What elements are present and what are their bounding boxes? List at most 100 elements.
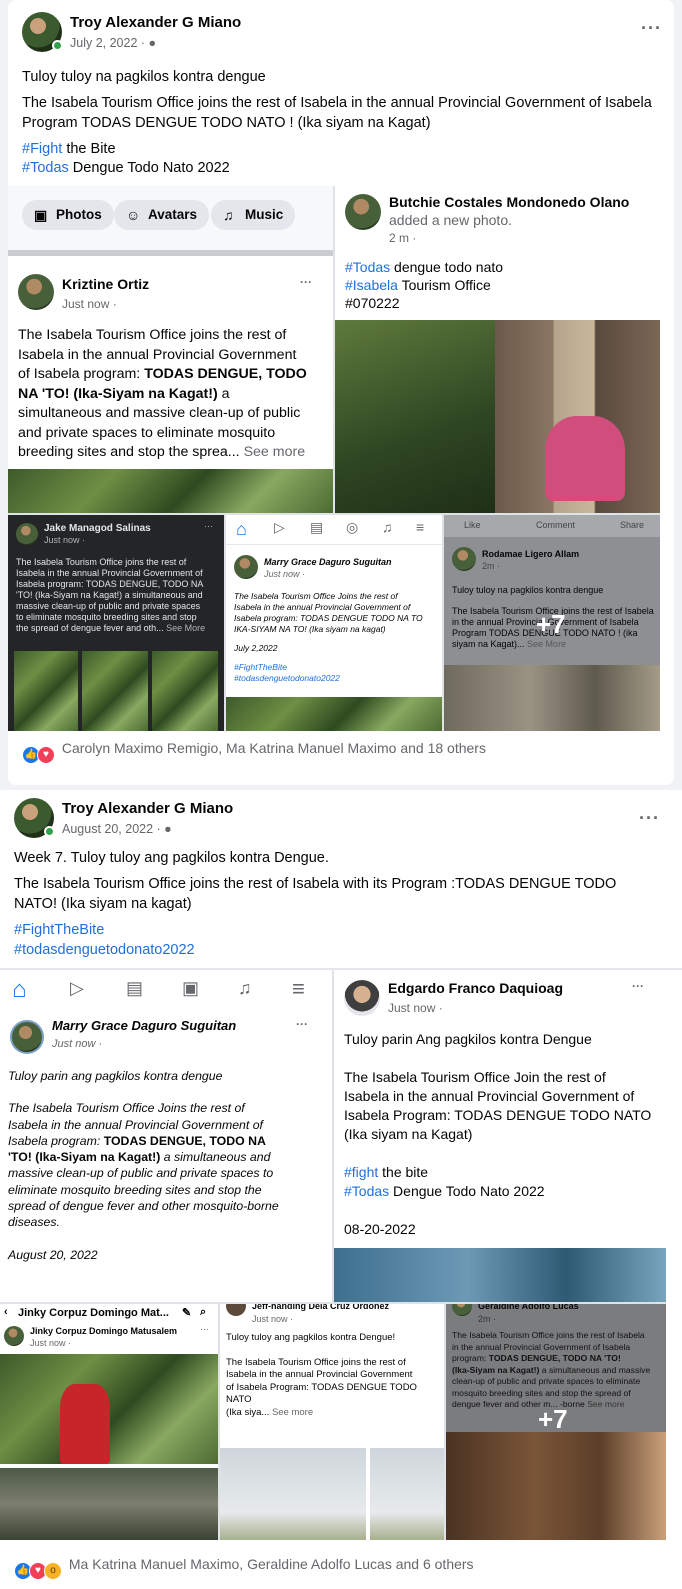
text-span: the spread of dengue fever and oth... [16,623,167,633]
author-name[interactable]: Troy Alexander G Miano [62,800,233,817]
geraldine-avatar [452,1304,472,1316]
post-date[interactable]: July 2, 2022 · [70,36,149,50]
post-header: Troy Alexander G Miano July 2, 2022 · ● … [22,12,662,56]
marry-text: Tuloy parin ang pagkilos kontra dengue T… [8,1068,330,1263]
post-text-line: The Isabela Tourism Office joins the res… [14,876,617,892]
hashtag-link[interactable]: #FightTheBite [14,920,654,940]
text-line: 'TO! (Ika-Siyam na Kagat!) a simultaneou… [16,590,203,600]
text-line: The Isabela Tourism Office Joins the res… [8,1101,245,1116]
text-line: Tuloy parin Ang pagkilos kontra Dengue [344,1031,592,1047]
author-avatar[interactable] [22,12,63,52]
text-span: program: [452,1353,489,1363]
marry-avatar [234,555,258,579]
photo-tile[interactable]: ‹ Jinky Corpuz Domingo Mat... ✎ ⌕ Jinky … [0,1304,218,1540]
share-label: Share [620,520,645,530]
text-line: in the annual Provincial Government of I… [452,1341,631,1352]
hashtag-link: #todasdenguetodonato2022 [234,673,340,683]
text-line: August 20, 2022 [8,1247,98,1262]
author-name[interactable]: Troy Alexander G Miano [70,14,241,31]
online-indicator [52,40,63,51]
photo-tile[interactable]: ⌂ ▷ ▤ ▣ ♫ ≡ Marry Grace Daguro Suguitan … [0,970,332,1302]
text-line: Isabela in the annual Provincial Governm… [16,568,203,578]
text-bold: (Ika-Siyam na Kagat!) [452,1364,540,1375]
garden-photo [335,320,495,513]
butchie-action: added a new photo. [389,212,512,228]
hashtag-link[interactable]: #Fight [22,141,62,157]
music-chip[interactable]: ♫ Music [211,200,296,230]
marry-name: Marry Grace Daguro Suguitan [264,557,392,567]
post-text-line: NATO! (Ika siyam na kagat) [14,896,192,912]
text-line: The Isabela Tourism Office Join the rest… [344,1069,606,1085]
divider [8,250,333,256]
photo-tile[interactable]: ▣ Photos ☺ Avatars ♫ Music Kriztine Ortiz J… [8,186,333,513]
reactions-summary[interactable]: 👍 ♥ o Ma Katrina Manuel Maximo, Geraldine … [14,1556,474,1580]
post-date[interactable]: August 20, 2022 · [62,822,164,836]
photo-tile[interactable]: Jeff-handing Dela Cruz Ordonez Just now … [220,1304,444,1540]
more-options-icon: ··· [204,521,213,531]
edgardo-meta: Just now · [388,1001,443,1015]
wow-reaction-icon: o [44,1562,62,1580]
jeff-meta: Just now · [252,1314,294,1324]
text-line: The Isabela Tourism Office joins the res… [18,327,287,343]
text-line: July 2,2022 [234,643,278,653]
jinky-title: Jinky Corpuz Domingo Mat... [18,1307,169,1319]
butchie-name: Butchie Costales Mondonedo Olano [389,194,630,210]
text-span: (Ika siya... [226,1406,272,1418]
text-line: clean-up of public and private spaces to… [452,1376,641,1386]
photo-tile[interactable]: Geraldine Adolfo Lucas 2m · The Isabela … [446,1304,666,1540]
text-bold: TODAS DENGUE, TODO NA 'TO! [488,1353,621,1363]
text-line: The Isabela Tourism Office joins the res… [226,1356,406,1368]
text-line: diseases. [8,1215,60,1230]
music-icon: ♫ [223,207,234,223]
reactions-summary[interactable]: 👍 ♥ Carolyn Maximo Remigio, Ma Katrina Ma… [22,740,486,764]
text-line: NA 'TO! (Ika-Siyam na Kagat!) a [18,385,333,405]
kriztine-text: The Isabela Tourism Office joins the res… [18,326,333,463]
hashtag-link[interactable]: #Todas [22,160,69,176]
geraldine-text: The Isabela Tourism Office joins the res… [452,1330,666,1411]
hashtag-link: #Todas [345,259,391,275]
photo-tile[interactable]: Jake Managod Salinas Just now · ··· The … [8,515,224,731]
avatars-chip[interactable]: ☺ Avatars [114,200,210,230]
photo-tile[interactable]: Butchie Costales Mondonedo Olano added a… [335,186,660,513]
text-line: siyam na Kagat)... See More [452,639,658,650]
author-avatar[interactable] [14,798,55,838]
bell-icon: ♫ [382,519,393,535]
photo-grid: ⌂ ▷ ▤ ▣ ♫ ≡ Marry Grace Daguro Suguitan … [0,970,666,1540]
text-bold: 'TO! (Ika-Siyam na Kagat!) [8,1150,161,1165]
photo-tile[interactable]: Like Comment Share Rodamae Ligero Allam … [444,515,660,731]
profile-tabs-bar: ▣ Photos ☺ Avatars ♫ Music [8,186,333,250]
text-line: Isabela in the annual Provincial Governm… [344,1088,635,1104]
profile-icon: ◎ [346,519,359,535]
hashtag-link[interactable]: #todasdenguetodonato2022 [14,940,654,960]
text-bold: NA 'TO! (Ika-Siyam na Kagat!) [18,385,218,402]
chip-label: Music [245,207,284,222]
text-line: eliminate mosquito breeding sites and st… [8,1182,262,1197]
kriztine-avatar [18,274,54,310]
more-options-icon: ··· [300,275,312,289]
online-indicator [44,826,55,837]
butchie-meta: 2 m · [389,231,417,245]
search-icon: ⌕ [200,1306,207,1318]
photo-tile[interactable]: ⌂ ▷ ▤ ◎ ♫ ≡ Marry Grace Daguro Suguitan … [226,515,442,731]
text-line: the spread of dengue fever and oth... Se… [16,623,222,634]
jake-avatar [16,523,38,545]
more-options-icon[interactable]: ··· [641,18,662,39]
home-icon: ⌂ [12,976,27,1003]
post-meta: August 20, 2022 · ● [62,822,172,836]
hashtag-link: #FightTheBite [234,662,287,672]
marry-meta: Just now · [264,569,306,579]
photo-strip [334,1248,666,1302]
text-line: program: TODAS DENGUE, TODO NA 'TO! [452,1353,666,1365]
globe-icon: ● [164,822,172,836]
rodamae-avatar [452,547,476,571]
see-more-link: See More [166,623,206,633]
text-line: of Isabela program: TODAS DENGUE, TODO [18,365,333,385]
text-line: of Isabela Program: TODAS DENGUE TODO [226,1381,417,1393]
text-line: spread of dengue fever and other mosquit… [8,1199,279,1214]
more-options-icon[interactable]: ··· [639,808,660,829]
jinky-avatar [4,1326,24,1346]
photos-chip[interactable]: ▣ Photos [22,200,114,230]
text-line: simultaneous and massive clean-up of pub… [18,405,301,421]
see-more-link: See more [587,1399,625,1409]
photo-tile[interactable]: Edgardo Franco Daquioag Just now · ··· T… [334,970,666,1302]
